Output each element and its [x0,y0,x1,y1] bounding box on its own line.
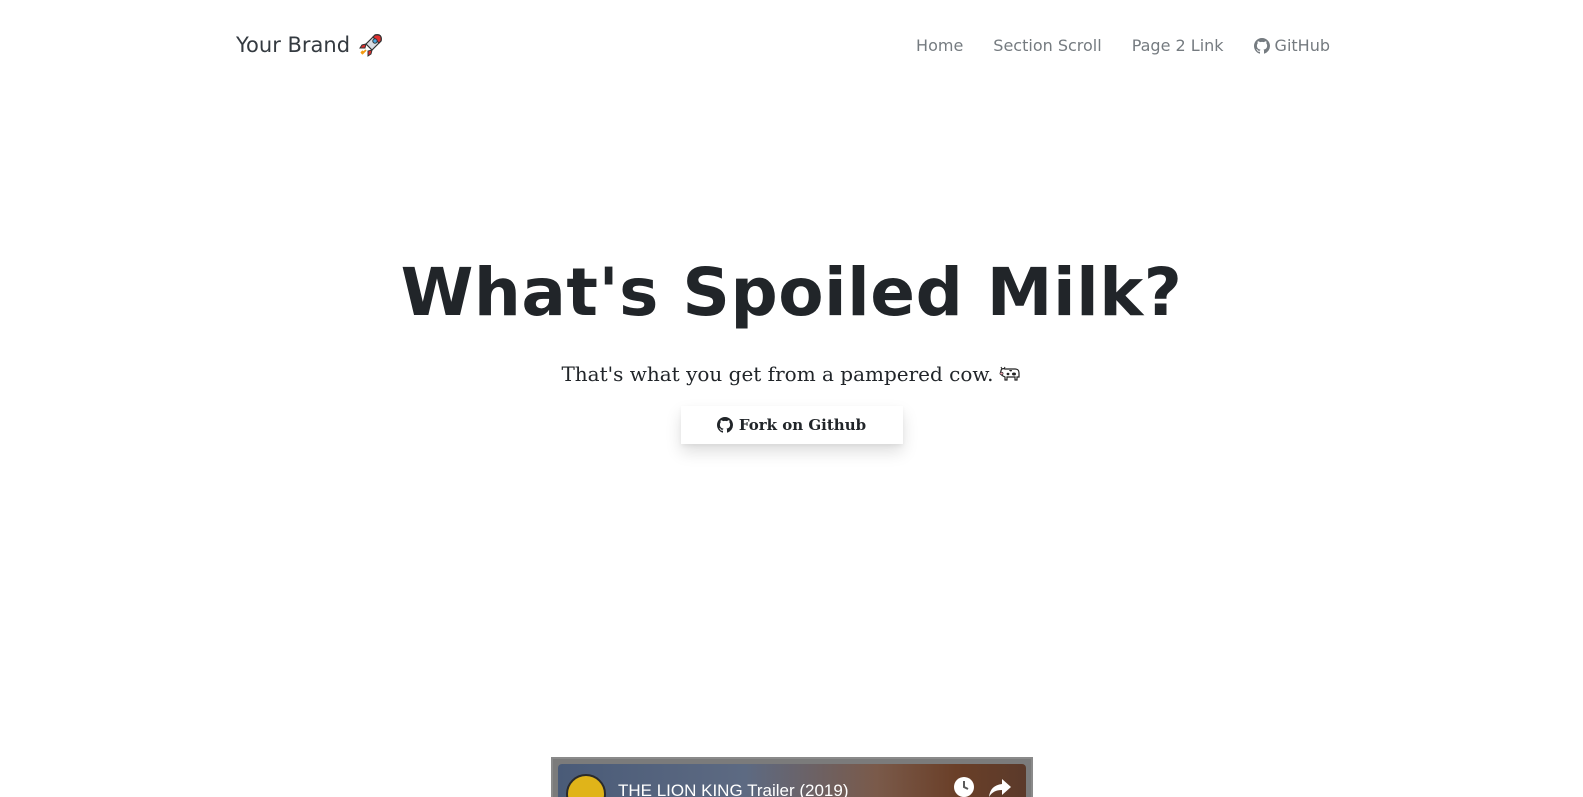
nav-link-section-scroll[interactable]: Section Scroll [993,36,1101,55]
hero-subtitle: That's what you get from a pampered cow. [561,362,1021,386]
share-icon[interactable] [988,777,1012,797]
watch-later-icon[interactable] [953,776,975,797]
navbar: Your Brand Home Section Scroll Page 2 Li… [0,0,1583,92]
nav-link-github[interactable]: GitHub [1253,36,1330,55]
brand-link[interactable]: Your Brand [236,32,384,58]
cow-icon [999,366,1020,381]
nav-link-home-label: Home [916,36,964,55]
nav-link-section-scroll-label: Section Scroll [993,36,1102,55]
hero-title: What's Spoiled Milk? [400,254,1183,331]
github-icon [1253,37,1270,54]
fork-on-github-label: Fork on Github [738,415,867,434]
brand-name: Your Brand [236,33,351,57]
nav-link-page-2[interactable]: Page 2 Link [1132,36,1224,55]
nav-link-home[interactable]: Home [916,36,963,55]
video-title[interactable]: THE LION KING Trailer (2019) [618,781,849,797]
nav-link-page-2-label: Page 2 Link [1131,36,1224,55]
hero-section: What's Spoiled Milk? That's what you get… [0,250,1583,444]
github-icon [716,416,733,433]
video-thumbnail[interactable]: THE LION KING Trailer (2019) [558,764,1026,797]
fork-on-github-button[interactable]: Fork on Github [680,405,903,444]
video-embed[interactable]: THE LION KING Trailer (2019) [551,757,1033,797]
channel-avatar[interactable] [566,774,606,797]
rocket-icon [359,34,382,57]
hero-subtitle-text: That's what you get from a pampered cow. [561,361,994,386]
nav-link-github-label: GitHub [1274,36,1330,55]
nav-links: Home Section Scroll Page 2 Link GitHub [916,36,1330,55]
